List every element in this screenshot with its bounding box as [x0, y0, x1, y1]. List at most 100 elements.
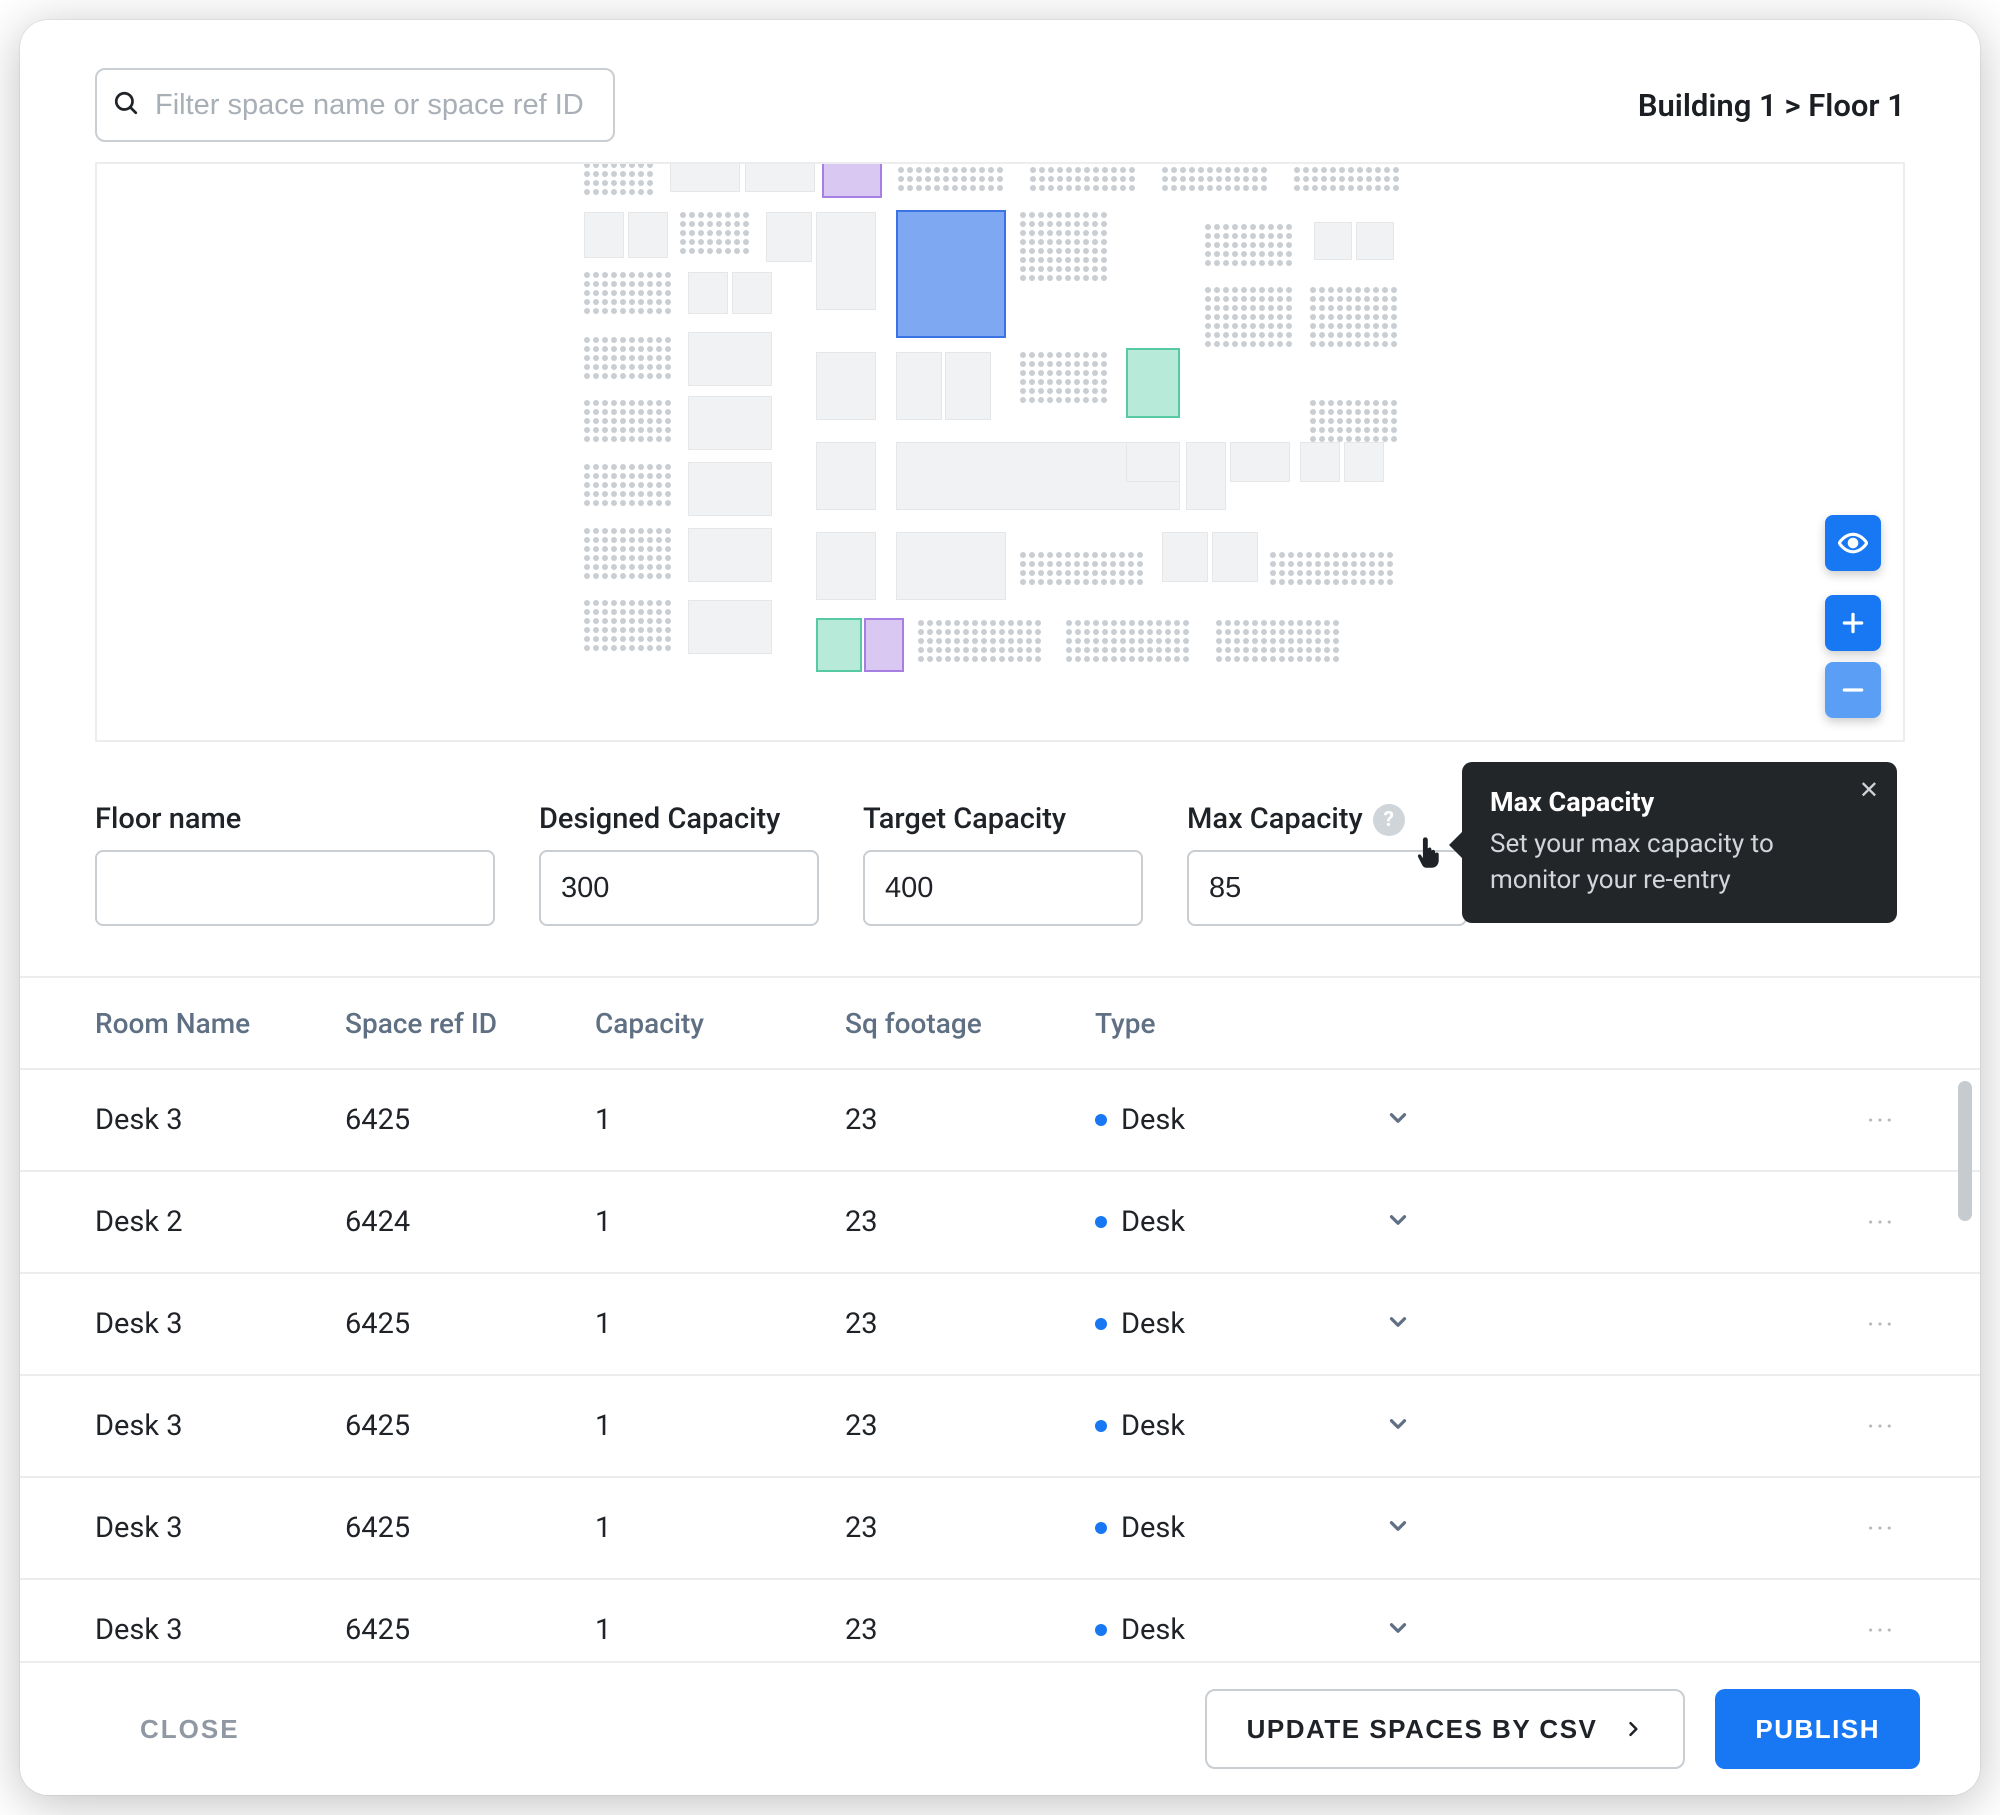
cell-room: Desk 3 — [95, 1511, 345, 1545]
th-cap[interactable]: Capacity — [595, 1007, 845, 1040]
max-capacity-input[interactable] — [1187, 850, 1467, 926]
capacity-row: Floor name Designed Capacity Target Capa… — [20, 742, 1980, 956]
row-expand-chevron[interactable] — [1385, 1105, 1505, 1135]
type-color-dot — [1095, 1114, 1107, 1126]
row-more-menu[interactable]: ··· — [1795, 1512, 1905, 1545]
update-csv-button[interactable]: UPDATE SPACES BY CSV — [1205, 1689, 1686, 1769]
target-capacity-label: Target Capacity — [863, 802, 1143, 836]
designed-capacity-label: Designed Capacity — [539, 802, 819, 836]
cell-ref: 6425 — [345, 1511, 595, 1545]
search-icon — [113, 90, 139, 120]
type-label: Desk — [1121, 1307, 1185, 1341]
map-controls — [1825, 515, 1881, 718]
close-button[interactable]: CLOSE — [140, 1714, 240, 1745]
cell-room: Desk 3 — [95, 1613, 345, 1647]
table-scrollbar[interactable] — [1958, 1081, 1972, 1672]
filter-wrap — [95, 68, 615, 142]
max-capacity-tooltip: ✕ Max Capacity Set your max capacity to … — [1462, 762, 1897, 923]
cell-cap: 1 — [595, 1103, 845, 1137]
target-capacity-input[interactable] — [863, 850, 1143, 926]
type-label: Desk — [1121, 1613, 1185, 1647]
spaces-table: Room Name Space ref ID Capacity Sq foota… — [20, 976, 1980, 1682]
cell-cap: 1 — [595, 1511, 845, 1545]
tooltip-close-icon[interactable]: ✕ — [1859, 776, 1879, 804]
help-icon[interactable]: ? — [1373, 804, 1405, 836]
max-capacity-label: Max Capacity ? — [1187, 802, 1467, 836]
th-type[interactable]: Type — [1095, 1007, 1385, 1040]
row-expand-chevron[interactable] — [1385, 1411, 1505, 1441]
row-expand-chevron[interactable] — [1385, 1207, 1505, 1237]
type-color-dot — [1095, 1522, 1107, 1534]
cell-sq: 23 — [845, 1205, 1095, 1239]
floor-name-label: Floor name — [95, 802, 495, 836]
cell-type: Desk — [1095, 1205, 1385, 1239]
map-view-toggle-button[interactable] — [1825, 515, 1881, 571]
row-more-menu[interactable]: ··· — [1795, 1206, 1905, 1239]
scrollbar-thumb[interactable] — [1958, 1081, 1972, 1221]
update-csv-label: UPDATE SPACES BY CSV — [1247, 1714, 1598, 1745]
cell-type: Desk — [1095, 1613, 1385, 1647]
cell-type: Desk — [1095, 1409, 1385, 1443]
cell-sq: 23 — [845, 1103, 1095, 1137]
row-more-menu[interactable]: ··· — [1795, 1104, 1905, 1137]
row-more-menu[interactable]: ··· — [1795, 1308, 1905, 1341]
breadcrumb: Building 1 > Floor 1 — [1638, 87, 1905, 124]
row-expand-chevron[interactable] — [1385, 1513, 1505, 1543]
floor-editor-modal: Building 1 > Floor 1 — [20, 20, 1980, 1795]
cell-sq: 23 — [845, 1613, 1095, 1647]
filter-input[interactable] — [95, 68, 615, 142]
cell-type: Desk — [1095, 1307, 1385, 1341]
th-room[interactable]: Room Name — [95, 1007, 345, 1040]
cell-sq: 23 — [845, 1409, 1095, 1443]
row-more-menu[interactable]: ··· — [1795, 1614, 1905, 1647]
cell-type: Desk — [1095, 1511, 1385, 1545]
type-label: Desk — [1121, 1409, 1185, 1443]
table-row[interactable]: Desk 36425123 Desk ··· — [20, 1376, 1980, 1478]
row-expand-chevron[interactable] — [1385, 1615, 1505, 1645]
floorplan-canvas[interactable] — [95, 162, 1905, 742]
zoom-in-button[interactable] — [1825, 595, 1881, 651]
cell-room: Desk 2 — [95, 1205, 345, 1239]
row-more-menu[interactable]: ··· — [1795, 1410, 1905, 1443]
cell-type: Desk — [1095, 1103, 1385, 1137]
type-color-dot — [1095, 1318, 1107, 1330]
type-color-dot — [1095, 1624, 1107, 1636]
cell-ref: 6425 — [345, 1409, 595, 1443]
cell-room: Desk 3 — [95, 1409, 345, 1443]
cell-cap: 1 — [595, 1307, 845, 1341]
cell-cap: 1 — [595, 1409, 845, 1443]
tooltip-title: Max Capacity — [1490, 786, 1869, 818]
chevron-right-icon — [1623, 1719, 1643, 1739]
max-capacity-field: Max Capacity ? — [1187, 802, 1467, 926]
th-sq[interactable]: Sq footage — [845, 1007, 1095, 1040]
type-label: Desk — [1121, 1103, 1185, 1137]
cell-ref: 6424 — [345, 1205, 595, 1239]
cell-room: Desk 3 — [95, 1103, 345, 1137]
target-capacity-field: Target Capacity — [863, 802, 1143, 926]
cell-cap: 1 — [595, 1613, 845, 1647]
type-label: Desk — [1121, 1205, 1185, 1239]
type-color-dot — [1095, 1420, 1107, 1432]
row-expand-chevron[interactable] — [1385, 1309, 1505, 1339]
cell-sq: 23 — [845, 1511, 1095, 1545]
table-row[interactable]: Desk 36425123 Desk ··· — [20, 1070, 1980, 1172]
designed-capacity-input[interactable] — [539, 850, 819, 926]
type-color-dot — [1095, 1216, 1107, 1228]
floor-name-field: Floor name — [95, 802, 495, 926]
cell-ref: 6425 — [345, 1103, 595, 1137]
cell-sq: 23 — [845, 1307, 1095, 1341]
cell-ref: 6425 — [345, 1613, 595, 1647]
footer: CLOSE UPDATE SPACES BY CSV PUBLISH — [20, 1661, 1980, 1795]
floor-name-input[interactable] — [95, 850, 495, 926]
publish-button[interactable]: PUBLISH — [1715, 1689, 1920, 1769]
zoom-out-button[interactable] — [1825, 662, 1881, 718]
table-row[interactable]: Desk 26424123 Desk ··· — [20, 1172, 1980, 1274]
table-row[interactable]: Desk 36425123 Desk ··· — [20, 1478, 1980, 1580]
type-label: Desk — [1121, 1511, 1185, 1545]
table-row[interactable]: Desk 36425123Desk··· — [20, 1274, 1980, 1376]
cell-cap: 1 — [595, 1205, 845, 1239]
th-ref[interactable]: Space ref ID — [345, 1007, 595, 1040]
tooltip-body: Set your max capacity to monitor your re… — [1490, 826, 1869, 899]
table-header: Room Name Space ref ID Capacity Sq foota… — [20, 978, 1980, 1070]
max-capacity-label-text: Max Capacity — [1187, 802, 1363, 836]
